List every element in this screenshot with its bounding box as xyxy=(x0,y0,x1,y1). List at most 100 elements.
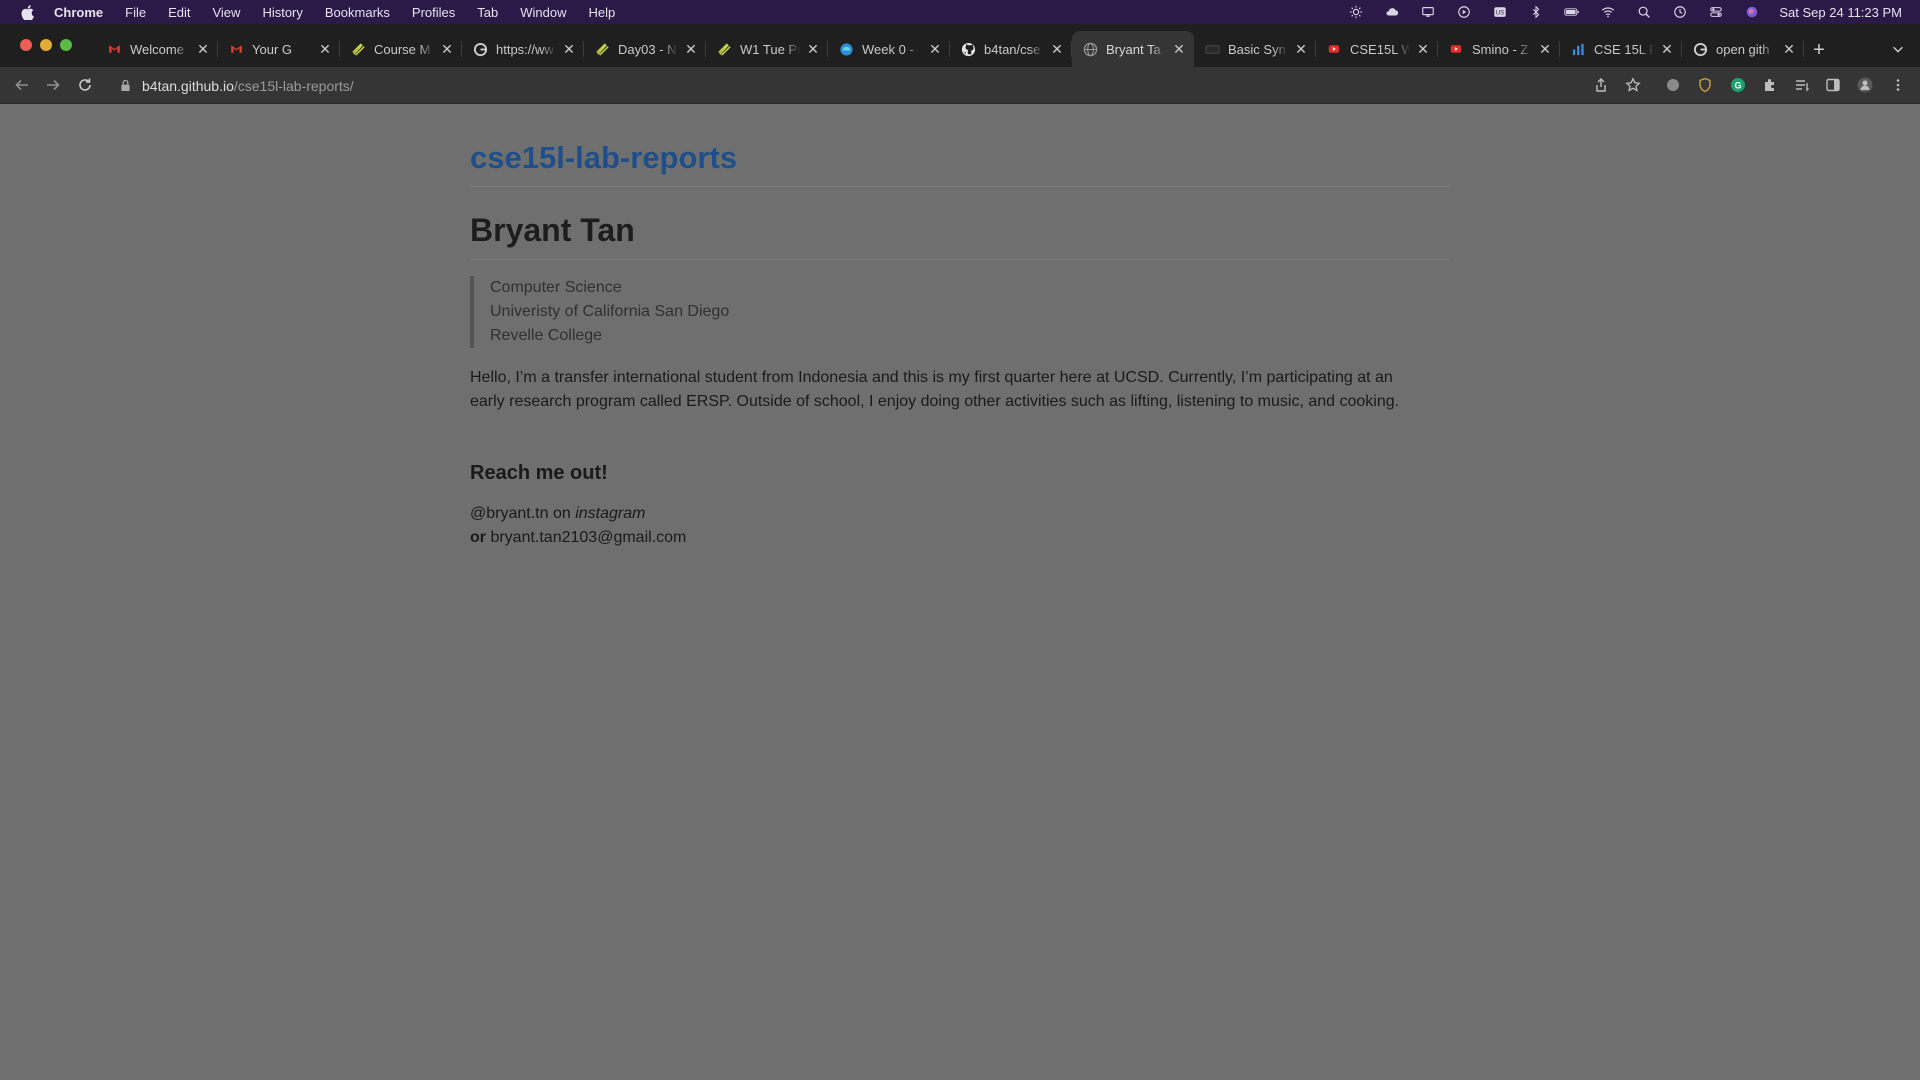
google-icon xyxy=(1692,41,1708,57)
menubar-clock[interactable]: Sat Sep 24 11:23 PM xyxy=(1779,5,1902,20)
contact-info: @bryant.tn on instagram or bryant.tan210… xyxy=(470,502,686,550)
header-divider xyxy=(470,186,1450,187)
lock-icon[interactable] xyxy=(118,79,132,93)
tab-title: CSE15L W xyxy=(1350,41,1410,57)
tab-https[interactable]: https://ww ✕ xyxy=(462,31,584,67)
tab-list: Welcome ✕ Your G ✕ Course M ✕ https://ww… xyxy=(96,31,1804,67)
chart-icon xyxy=(1570,41,1586,57)
tab-w1-tue[interactable]: W1 Tue Pr ✕ xyxy=(706,31,828,67)
minimize-window-button[interactable] xyxy=(40,39,52,51)
extensions-puzzle-icon[interactable] xyxy=(1761,76,1779,94)
cloud-icon[interactable] xyxy=(1383,4,1401,20)
menu-tab[interactable]: Tab xyxy=(477,5,498,20)
extension-shield-icon[interactable] xyxy=(1696,76,1714,94)
tab-smino-youtube[interactable]: Smino - Z ✕ xyxy=(1438,31,1560,67)
notebook-icon xyxy=(594,41,610,57)
menu-history[interactable]: History xyxy=(262,5,302,20)
close-window-button[interactable] xyxy=(20,39,32,51)
menu-profiles[interactable]: Profiles xyxy=(412,5,455,20)
back-arrow-icon[interactable] xyxy=(12,75,32,95)
close-tab-icon[interactable]: ✕ xyxy=(1538,41,1552,57)
more-menu-icon[interactable] xyxy=(1889,76,1907,94)
bookmark-star-icon[interactable] xyxy=(1624,76,1642,94)
menu-bookmarks[interactable]: Bookmarks xyxy=(325,5,390,20)
email-address: bryant.tan2103@gmail.com xyxy=(486,529,687,546)
quote-line-university: Univeristy of California San Diego xyxy=(490,303,730,320)
siri-icon[interactable] xyxy=(1743,4,1761,20)
profile-avatar[interactable] xyxy=(1856,76,1874,94)
display-icon[interactable] xyxy=(1419,4,1437,20)
tab-course[interactable]: Course M ✕ xyxy=(340,31,462,67)
close-tab-icon[interactable]: ✕ xyxy=(318,41,332,57)
extension-circle-icon[interactable] xyxy=(1664,76,1682,94)
github-icon xyxy=(960,41,976,57)
menu-edit[interactable]: Edit xyxy=(168,5,190,20)
menu-view[interactable]: View xyxy=(212,5,240,20)
reload-icon[interactable] xyxy=(75,75,95,95)
brightness-icon[interactable] xyxy=(1347,4,1365,20)
control-center-icon[interactable] xyxy=(1707,4,1725,20)
bluetooth-icon[interactable] xyxy=(1527,4,1545,20)
macos-menu-bar: Chrome File Edit View History Bookmarks … xyxy=(0,0,1920,24)
url-path: /cse15l-lab-reports/ xyxy=(233,77,354,94)
side-panel-icon[interactable] xyxy=(1824,76,1842,94)
reading-list-icon[interactable] xyxy=(1793,76,1811,94)
edge-icon xyxy=(838,41,854,57)
tab-week0[interactable]: Week 0 - ✕ xyxy=(828,31,950,67)
tab-github-repo[interactable]: b4tan/cse ✕ xyxy=(950,31,1072,67)
wifi-icon[interactable] xyxy=(1599,4,1617,20)
fullscreen-window-button[interactable] xyxy=(60,39,72,51)
tab-cse15l-youtube[interactable]: CSE15L W ✕ xyxy=(1316,31,1438,67)
keyboard-input-icon[interactable]: US xyxy=(1491,4,1509,20)
apple-icon[interactable] xyxy=(18,4,36,20)
quote-line-college: Revelle College xyxy=(490,327,603,344)
tab-day03[interactable]: Day03 - N ✕ xyxy=(584,31,706,67)
menu-window[interactable]: Window xyxy=(520,5,566,20)
close-tab-icon[interactable]: ✕ xyxy=(440,41,454,57)
tab-your-g[interactable]: Your G ✕ xyxy=(218,31,340,67)
tab-title: b4tan/cse xyxy=(984,41,1041,57)
close-tab-icon[interactable]: ✕ xyxy=(684,41,698,57)
play-icon[interactable] xyxy=(1455,4,1473,20)
tab-title: Basic Syn xyxy=(1228,41,1286,57)
quote-line-major: Computer Science xyxy=(490,279,622,296)
tab-welcome[interactable]: Welcome ✕ xyxy=(96,31,218,67)
share-icon[interactable] xyxy=(1592,76,1610,94)
menu-help[interactable]: Help xyxy=(589,5,616,20)
close-tab-icon[interactable]: ✕ xyxy=(1782,41,1796,57)
tab-cse15l-analytics[interactable]: CSE 15L F ✕ xyxy=(1560,31,1682,67)
tab-title: W1 Tue Pr xyxy=(740,41,800,57)
tab-title: open gith xyxy=(1716,41,1770,57)
gmail-icon xyxy=(106,41,122,57)
time-machine-icon[interactable] xyxy=(1671,4,1689,20)
tab-open-github[interactable]: open gith ✕ xyxy=(1682,31,1804,67)
grammarly-icon[interactable]: G xyxy=(1729,76,1747,94)
tab-title: Course M xyxy=(374,41,431,57)
close-tab-icon[interactable]: ✕ xyxy=(196,41,210,57)
close-tab-icon[interactable]: ✕ xyxy=(806,41,820,57)
close-tab-icon[interactable]: ✕ xyxy=(1660,41,1674,57)
close-tab-icon[interactable]: ✕ xyxy=(1050,41,1064,57)
contact-line-instagram: @bryant.tn on instagram xyxy=(470,502,686,526)
new-tab-plus-icon[interactable]: + xyxy=(1808,39,1830,61)
url-host: b4tan.github.io xyxy=(142,77,234,94)
close-tab-icon[interactable]: ✕ xyxy=(928,41,942,57)
site-title-link[interactable]: cse15l-lab-reports xyxy=(470,140,737,176)
tab-basic-syntax[interactable]: Basic Syn ✕ xyxy=(1194,31,1316,67)
forward-arrow-icon[interactable] xyxy=(43,75,63,95)
tab-title: Week 0 - xyxy=(862,41,914,57)
tab-bryant-tan-active[interactable]: Bryant Ta ✕ xyxy=(1072,31,1194,67)
tab-search-chevron-icon[interactable] xyxy=(1890,41,1906,57)
close-tab-icon[interactable]: ✕ xyxy=(562,41,576,57)
close-tab-icon[interactable]: ✕ xyxy=(1172,41,1186,57)
address-bar[interactable]: b4tan.github.io/cse15l-lab-reports/ xyxy=(108,71,1618,100)
spotlight-search-icon[interactable] xyxy=(1635,4,1653,20)
close-tab-icon[interactable]: ✕ xyxy=(1416,41,1430,57)
globe-icon xyxy=(1082,41,1098,57)
tab-title: Welcome xyxy=(130,41,184,57)
battery-icon[interactable] xyxy=(1563,4,1581,20)
close-tab-icon[interactable]: ✕ xyxy=(1294,41,1308,57)
menu-file[interactable]: File xyxy=(125,5,146,20)
google-icon xyxy=(472,41,488,57)
menu-app-chrome[interactable]: Chrome xyxy=(54,5,103,20)
